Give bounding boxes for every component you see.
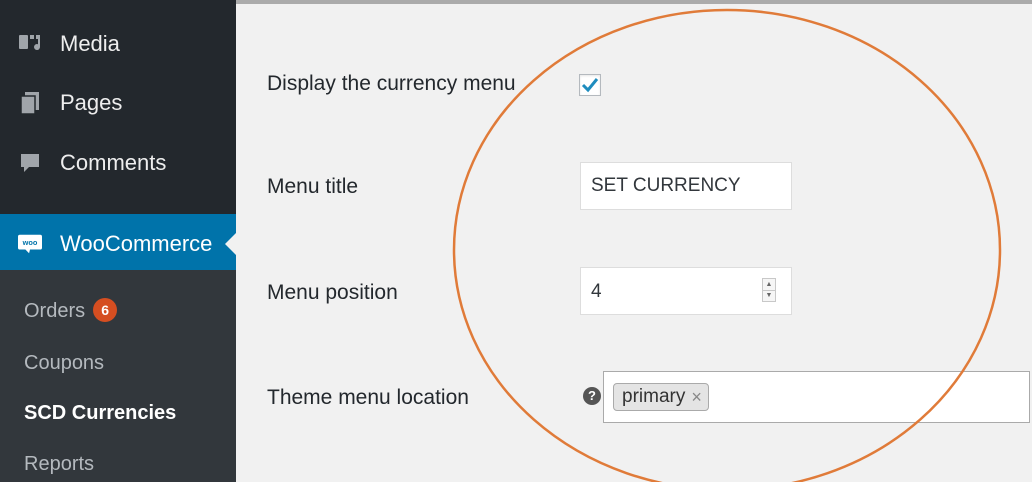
sidebar-item-label: Media [60, 31, 120, 56]
active-menu-arrow [225, 233, 236, 255]
woo-icon: woo [18, 232, 42, 256]
submenu-item-orders[interactable]: Orders 6 [24, 298, 118, 323]
sidebar-item-media[interactable]: Media [0, 14, 236, 74]
theme-location-select[interactable]: primary × [603, 371, 1030, 423]
woocommerce-submenu: Orders 6 Coupons SCD Currencies Reports [0, 270, 236, 482]
checkmark-icon [581, 78, 599, 93]
sidebar-item-label: Pages [60, 90, 123, 115]
menu-position-value: 4 [591, 281, 602, 302]
menu-position-input[interactable]: 4 ▲ ▼ [580, 267, 792, 315]
theme-location-label: Theme menu location [267, 386, 469, 409]
spinner-up-icon[interactable]: ▲ [763, 279, 775, 291]
sidebar-item-label: WooCommerce [60, 231, 213, 256]
sidebar-item-label: Comments [60, 150, 167, 175]
number-spinner[interactable]: ▲ ▼ [762, 278, 776, 302]
submenu-item-scd-currencies[interactable]: SCD Currencies [24, 402, 176, 425]
selected-location-chip: primary × [613, 383, 709, 411]
comments-icon [18, 151, 42, 175]
svg-text:woo: woo [22, 238, 38, 247]
menu-position-label: Menu position [267, 281, 398, 304]
admin-sidebar: Media Pages Comments woo WooCommerce Ord… [0, 0, 236, 482]
submenu-item-label: Coupons [24, 352, 105, 374]
spinner-down-icon[interactable]: ▼ [763, 291, 775, 302]
menu-title-label: Menu title [267, 175, 359, 198]
sidebar-item-comments[interactable]: Comments [0, 133, 236, 193]
orders-count-badge: 6 [93, 298, 118, 322]
submenu-item-label: Orders [24, 300, 86, 322]
submenu-item-reports[interactable]: Reports [24, 453, 94, 476]
help-icon[interactable]: ? [583, 387, 601, 405]
menu-title-input[interactable] [580, 162, 792, 210]
chip-label: primary [622, 386, 686, 407]
remove-icon[interactable]: × [691, 387, 702, 408]
display-menu-checkbox[interactable] [579, 74, 601, 96]
sidebar-item-pages[interactable]: Pages [0, 73, 236, 133]
display-menu-label: Display the currency menu [267, 72, 516, 95]
submenu-item-coupons[interactable]: Coupons [24, 352, 104, 375]
sidebar-item-woocommerce[interactable]: woo WooCommerce [0, 214, 236, 274]
submenu-item-label: SCD Currencies [24, 402, 177, 424]
media-icon [18, 32, 42, 56]
pages-icon [18, 91, 42, 115]
submenu-item-label: Reports [24, 453, 95, 475]
